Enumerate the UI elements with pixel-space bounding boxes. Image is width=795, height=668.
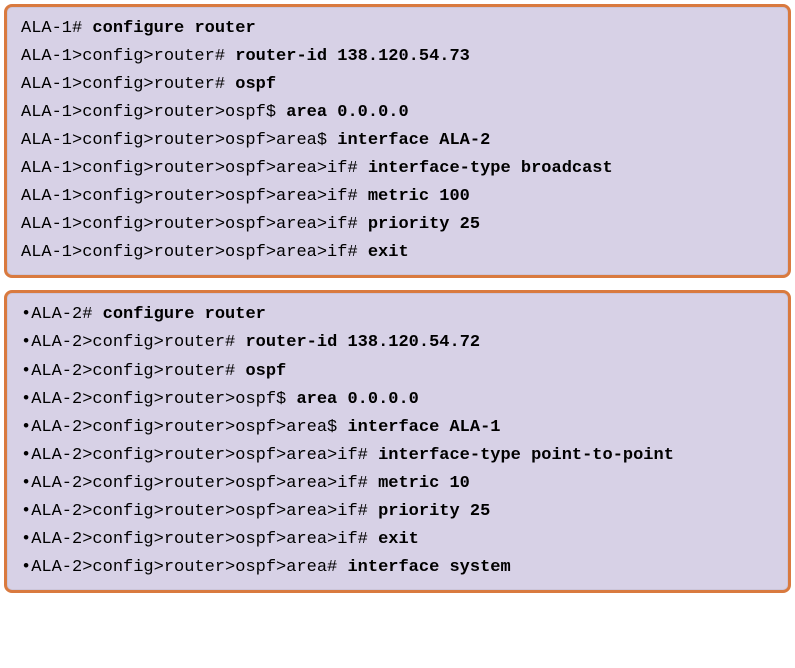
cli-prompt: ALA-2>config>router>ospf>area# <box>31 558 347 577</box>
line-bullet: • <box>21 502 31 521</box>
cli-command: router-id 138.120.54.72 <box>245 333 480 352</box>
cli-line: ALA-1>config>router>ospf>area>if# interf… <box>21 155 774 183</box>
line-bullet: • <box>21 390 31 409</box>
cli-command: interface ALA-2 <box>337 131 490 150</box>
line-bullet: • <box>21 333 31 352</box>
cli-prompt: ALA-2>config>router>ospf>area>if# <box>31 502 378 521</box>
cli-command: router-id 138.120.54.73 <box>235 47 470 66</box>
cli-prompt: ALA-1>config>router>ospf>area$ <box>21 131 337 150</box>
line-bullet: • <box>21 362 31 381</box>
cli-prompt: ALA-1# <box>21 19 92 38</box>
cli-command: exit <box>368 243 409 262</box>
cli-line: •ALA-2>config>router# ospf <box>21 358 774 386</box>
cli-command: area 0.0.0.0 <box>286 103 408 122</box>
cli-line: ALA-1>config>router>ospf$ area 0.0.0.0 <box>21 99 774 127</box>
cli-prompt: ALA-2>config>router>ospf>area>if# <box>31 474 378 493</box>
cli-line: •ALA-2>config>router>ospf$ area 0.0.0.0 <box>21 386 774 414</box>
cli-prompt: ALA-1>config>router# <box>21 47 235 66</box>
cli-command: ospf <box>235 75 276 94</box>
cli-line: ALA-1>config>router# ospf <box>21 71 774 99</box>
cli-prompt: ALA-2>config>router>ospf>area>if# <box>31 446 378 465</box>
cli-prompt: ALA-2>config>router>ospf>area>if# <box>31 530 378 549</box>
cli-line: •ALA-2# configure router <box>21 301 774 329</box>
cli-command: interface-type broadcast <box>368 159 613 178</box>
cli-command: interface system <box>347 558 510 577</box>
cli-prompt: ALA-2>config>router>ospf>area$ <box>31 418 347 437</box>
cli-prompt: ALA-2# <box>31 305 102 324</box>
cli-prompt: ALA-1>config>router>ospf>area>if# <box>21 159 368 178</box>
cli-prompt: ALA-1>config>router>ospf>area>if# <box>21 243 368 262</box>
cli-command: priority 25 <box>368 215 480 234</box>
line-bullet: • <box>21 530 31 549</box>
line-bullet: • <box>21 305 31 324</box>
line-bullet: • <box>21 418 31 437</box>
cli-line: •ALA-2>config>router# router-id 138.120.… <box>21 329 774 357</box>
cli-prompt: ALA-1>config>router>ospf$ <box>21 103 286 122</box>
cli-command: metric 10 <box>378 474 470 493</box>
cli-line: •ALA-2>config>router>ospf>area>if# inter… <box>21 442 774 470</box>
cli-prompt: ALA-2>config>router# <box>31 362 245 381</box>
terminal-box-ala-1: ALA-1# configure router ALA-1>config>rou… <box>4 4 791 278</box>
cli-command: area 0.0.0.0 <box>296 390 418 409</box>
cli-line: ALA-1# configure router <box>21 15 774 43</box>
cli-line: ALA-1>config>router# router-id 138.120.5… <box>21 43 774 71</box>
terminal-box-ala-2: •ALA-2# configure router •ALA-2>config>r… <box>4 290 791 592</box>
line-bullet: • <box>21 474 31 493</box>
cli-line: ALA-1>config>router>ospf>area>if# priori… <box>21 211 774 239</box>
cli-line: •ALA-2>config>router>ospf>area$ interfac… <box>21 414 774 442</box>
cli-command: interface-type point-to-point <box>378 446 674 465</box>
cli-prompt: ALA-2>config>router# <box>31 333 245 352</box>
cli-command: interface ALA-1 <box>347 418 500 437</box>
cli-command: ospf <box>245 362 286 381</box>
cli-prompt: ALA-2>config>router>ospf$ <box>31 390 296 409</box>
cli-prompt: ALA-1>config>router>ospf>area>if# <box>21 215 368 234</box>
cli-line: •ALA-2>config>router>ospf>area# interfac… <box>21 554 774 582</box>
cli-line: •ALA-2>config>router>ospf>area>if# exit <box>21 526 774 554</box>
cli-line: •ALA-2>config>router>ospf>area>if# prior… <box>21 498 774 526</box>
cli-line: ALA-1>config>router>ospf>area>if# metric… <box>21 183 774 211</box>
cli-command: priority 25 <box>378 502 490 521</box>
cli-command: metric 100 <box>368 187 470 206</box>
cli-command: configure router <box>92 19 255 38</box>
cli-command: configure router <box>103 305 266 324</box>
cli-prompt: ALA-1>config>router>ospf>area>if# <box>21 187 368 206</box>
cli-prompt: ALA-1>config>router# <box>21 75 235 94</box>
cli-line: ALA-1>config>router>ospf>area>if# exit <box>21 239 774 267</box>
cli-command: exit <box>378 530 419 549</box>
cli-line: ALA-1>config>router>ospf>area$ interface… <box>21 127 774 155</box>
line-bullet: • <box>21 446 31 465</box>
cli-line: •ALA-2>config>router>ospf>area>if# metri… <box>21 470 774 498</box>
line-bullet: • <box>21 558 31 577</box>
